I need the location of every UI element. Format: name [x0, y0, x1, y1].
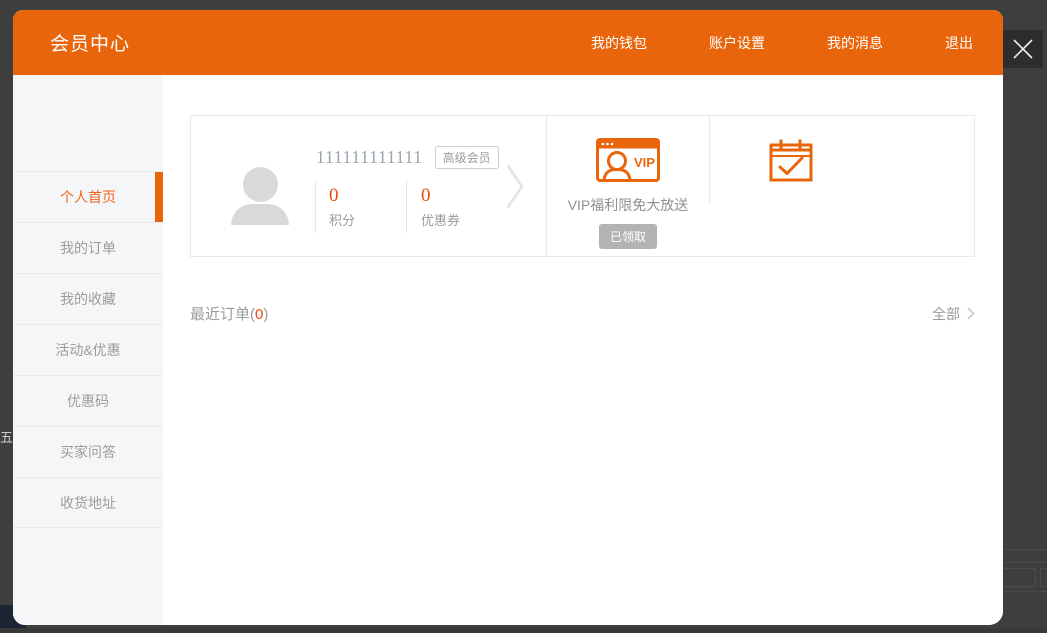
close-icon — [1013, 39, 1033, 59]
points-stat[interactable]: 0 积分 — [315, 180, 406, 233]
coupons-value: 0 — [421, 185, 431, 206]
recent-orders-row: 最近订单(0) 全部 — [190, 303, 975, 324]
nav-my-wallet[interactable]: 我的钱包 — [591, 33, 647, 53]
background-box-fragment — [1002, 568, 1036, 587]
username-row: 111111111111 高级会员 — [316, 146, 502, 169]
chevron-right-icon — [506, 164, 524, 209]
recent-orders-prefix: 最近订单( — [190, 306, 255, 323]
background-line — [1003, 562, 1047, 563]
coupons-label: 优惠券 — [421, 213, 461, 228]
background-page-bottom-strip — [0, 628, 1047, 633]
username: 111111111111 — [316, 147, 423, 167]
checkin-icon-wrap — [709, 138, 872, 187]
nav-account-settings[interactable]: 账户设置 — [709, 33, 765, 53]
background-box-fragment — [1040, 568, 1047, 587]
profile-info: 111111111111 高级会员 0 积分 0 优惠券 — [315, 146, 502, 233]
sidebar-item-label: 我的收藏 — [60, 291, 116, 307]
sidebar-item-shipping-address[interactable]: 收货地址 — [13, 477, 163, 528]
sidebar-item-label: 个人首页 — [60, 189, 116, 205]
sidebar-item-label: 收货地址 — [60, 494, 116, 511]
sidebar-item-label: 买家问答 — [60, 444, 116, 460]
background-line — [1003, 591, 1047, 592]
avatar-head — [242, 167, 278, 202]
sidebar-menu: 个人首页 我的订单 我的收藏 活动&优惠 优惠码 买家问答 收货地址 — [13, 171, 163, 528]
sidebar-item-label: 活动&优惠 — [55, 342, 121, 358]
profile-section: 111111111111 高级会员 0 积分 0 优惠券 — [191, 116, 546, 256]
page-title: 会员中心 — [50, 34, 131, 55]
close-button[interactable] — [1003, 30, 1043, 68]
avatar — [231, 167, 289, 225]
sidebar-item-label: 优惠码 — [67, 393, 109, 409]
recent-orders-suffix: ) — [263, 306, 269, 323]
sidebar-item-label: 我的订单 — [60, 240, 116, 256]
sidebar-item-coupon-code[interactable]: 优惠码 — [13, 375, 163, 426]
member-center-modal: 会员中心 我的钱包 账户设置 我的消息 退出 个人首页 我的订单 我的收藏 活动… — [13, 10, 1003, 625]
svg-text:VIP: VIP — [634, 155, 655, 170]
sidebar-item-my-orders[interactable]: 我的订单 — [13, 222, 163, 273]
recent-orders-title: 最近订单(0) — [190, 303, 268, 324]
background-line — [1003, 549, 1047, 550]
vip-benefit-title: VIP福利限免大放送 — [567, 197, 689, 213]
sidebar-item-buyer-qa[interactable]: 买家问答 — [13, 426, 163, 477]
claimed-button[interactable]: 已领取 — [598, 224, 657, 249]
modal-header: 会员中心 我的钱包 账户设置 我的消息 退出 — [13, 10, 1003, 75]
profile-stats: 0 积分 0 优惠券 — [315, 180, 502, 233]
view-all-orders-link[interactable]: 全部 — [932, 304, 975, 324]
nav-logout[interactable]: 退出 — [945, 33, 973, 53]
sidebar: 个人首页 我的订单 我的收藏 活动&优惠 优惠码 买家问答 收货地址 — [13, 75, 163, 625]
coupons-stat[interactable]: 0 优惠券 — [406, 180, 502, 233]
chevron-right-icon — [967, 307, 975, 320]
main-content: 111111111111 高级会员 0 积分 0 优惠券 VIP VIP福利限免… — [163, 75, 1003, 625]
member-level-badge: 高级会员 — [434, 146, 499, 169]
checkin-tile[interactable] — [709, 116, 974, 256]
sidebar-item-personal-home[interactable]: 个人首页 — [13, 171, 163, 222]
nav-my-messages[interactable]: 我的消息 — [827, 33, 883, 53]
points-label: 积分 — [329, 213, 356, 228]
calendar-check-icon — [769, 139, 812, 182]
profile-detail-link[interactable] — [506, 164, 524, 214]
points-value: 0 — [329, 185, 339, 206]
view-all-label: 全部 — [932, 305, 960, 322]
modal-body: 个人首页 我的订单 我的收藏 活动&优惠 优惠码 买家问答 收货地址 11111… — [13, 75, 1003, 625]
vip-benefit-tile[interactable]: VIP VIP福利限免大放送 已领取 — [546, 116, 709, 256]
header-nav: 我的钱包 账户设置 我的消息 退出 — [591, 33, 973, 53]
sidebar-item-my-favorites[interactable]: 我的收藏 — [13, 273, 163, 324]
avatar-shoulders — [231, 204, 289, 225]
vip-browser-window-icon: VIP — [596, 138, 660, 182]
background-clipped-text: 五首 — [0, 430, 13, 445]
sidebar-item-activities-promos[interactable]: 活动&优惠 — [13, 324, 163, 375]
profile-card-row: 111111111111 高级会员 0 积分 0 优惠券 VIP VIP福利限免… — [190, 115, 975, 257]
